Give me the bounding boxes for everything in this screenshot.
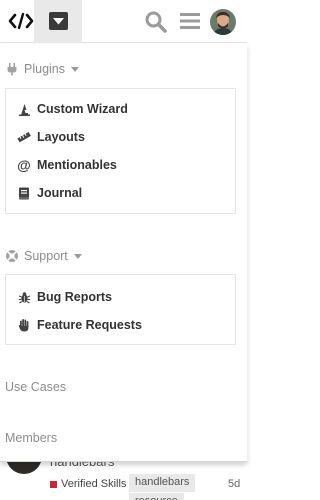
plug-icon — [5, 62, 19, 76]
link-members[interactable]: Members — [5, 431, 57, 445]
hamburger-icon[interactable] — [179, 11, 201, 31]
menu-item-journal[interactable]: Journal — [17, 183, 82, 203]
user-avatar[interactable] — [210, 9, 236, 35]
menu-item-layouts[interactable]: Layouts — [17, 127, 85, 147]
ruler-icon — [17, 130, 31, 144]
wizard-hat-icon — [17, 102, 31, 116]
hamburger-dropdown-panel: Plugins Custom Wizard Layouts @ Mentiona… — [0, 44, 247, 462]
menu-item-label: Layouts — [37, 130, 85, 144]
topic-tag[interactable]: resource — [129, 493, 184, 500]
at-sign-icon: @ — [17, 157, 31, 173]
topic-tag[interactable]: handlebars — [129, 474, 196, 492]
menu-item-label: Custom Wizard — [37, 102, 128, 116]
bug-icon — [17, 290, 31, 304]
support-list: Bug Reports Feature Requests — [5, 274, 236, 345]
topic-title[interactable]: handlebars — [50, 462, 114, 469]
plugins-list: Custom Wizard Layouts @ Mentionables Jou… — [5, 88, 236, 214]
link-use-cases[interactable]: Use Cases — [5, 380, 66, 394]
menu-item-feature-requests[interactable]: Feature Requests — [17, 315, 142, 335]
chevron-down-icon — [71, 66, 79, 72]
hand-icon — [17, 318, 31, 332]
menu-item-custom-wizard[interactable]: Custom Wizard — [17, 99, 128, 119]
background-topic-row: handlebars Verified Skills handlebars re… — [0, 462, 247, 500]
plugins-heading-label: Plugins — [24, 62, 65, 76]
code-brackets-icon[interactable] — [8, 11, 34, 31]
support-section-heading[interactable]: Support — [5, 246, 82, 266]
site-header — [0, 0, 247, 43]
menu-item-bug-reports[interactable]: Bug Reports — [17, 287, 112, 307]
dropdown-caret-icon — [49, 12, 68, 30]
support-heading-label: Support — [24, 249, 68, 263]
topic-poster-avatar — [6, 462, 42, 474]
chevron-down-icon — [73, 253, 82, 259]
menu-item-label: Journal — [37, 186, 83, 200]
menu-item-label: Mentionables — [37, 158, 117, 172]
plugins-section-heading[interactable]: Plugins — [5, 59, 79, 79]
menu-item-label: Bug Reports — [37, 290, 112, 304]
book-icon — [17, 186, 31, 200]
search-icon[interactable] — [144, 10, 168, 34]
topic-age: 5d — [228, 478, 241, 490]
header-menu-toggle[interactable] — [34, 0, 82, 43]
topic-category[interactable]: Verified Skills — [61, 478, 126, 490]
lifebuoy-icon — [5, 249, 19, 263]
menu-item-label: Feature Requests — [37, 318, 142, 332]
menu-item-mentionables[interactable]: @ Mentionables — [17, 155, 117, 175]
category-color-badge — [50, 481, 57, 488]
